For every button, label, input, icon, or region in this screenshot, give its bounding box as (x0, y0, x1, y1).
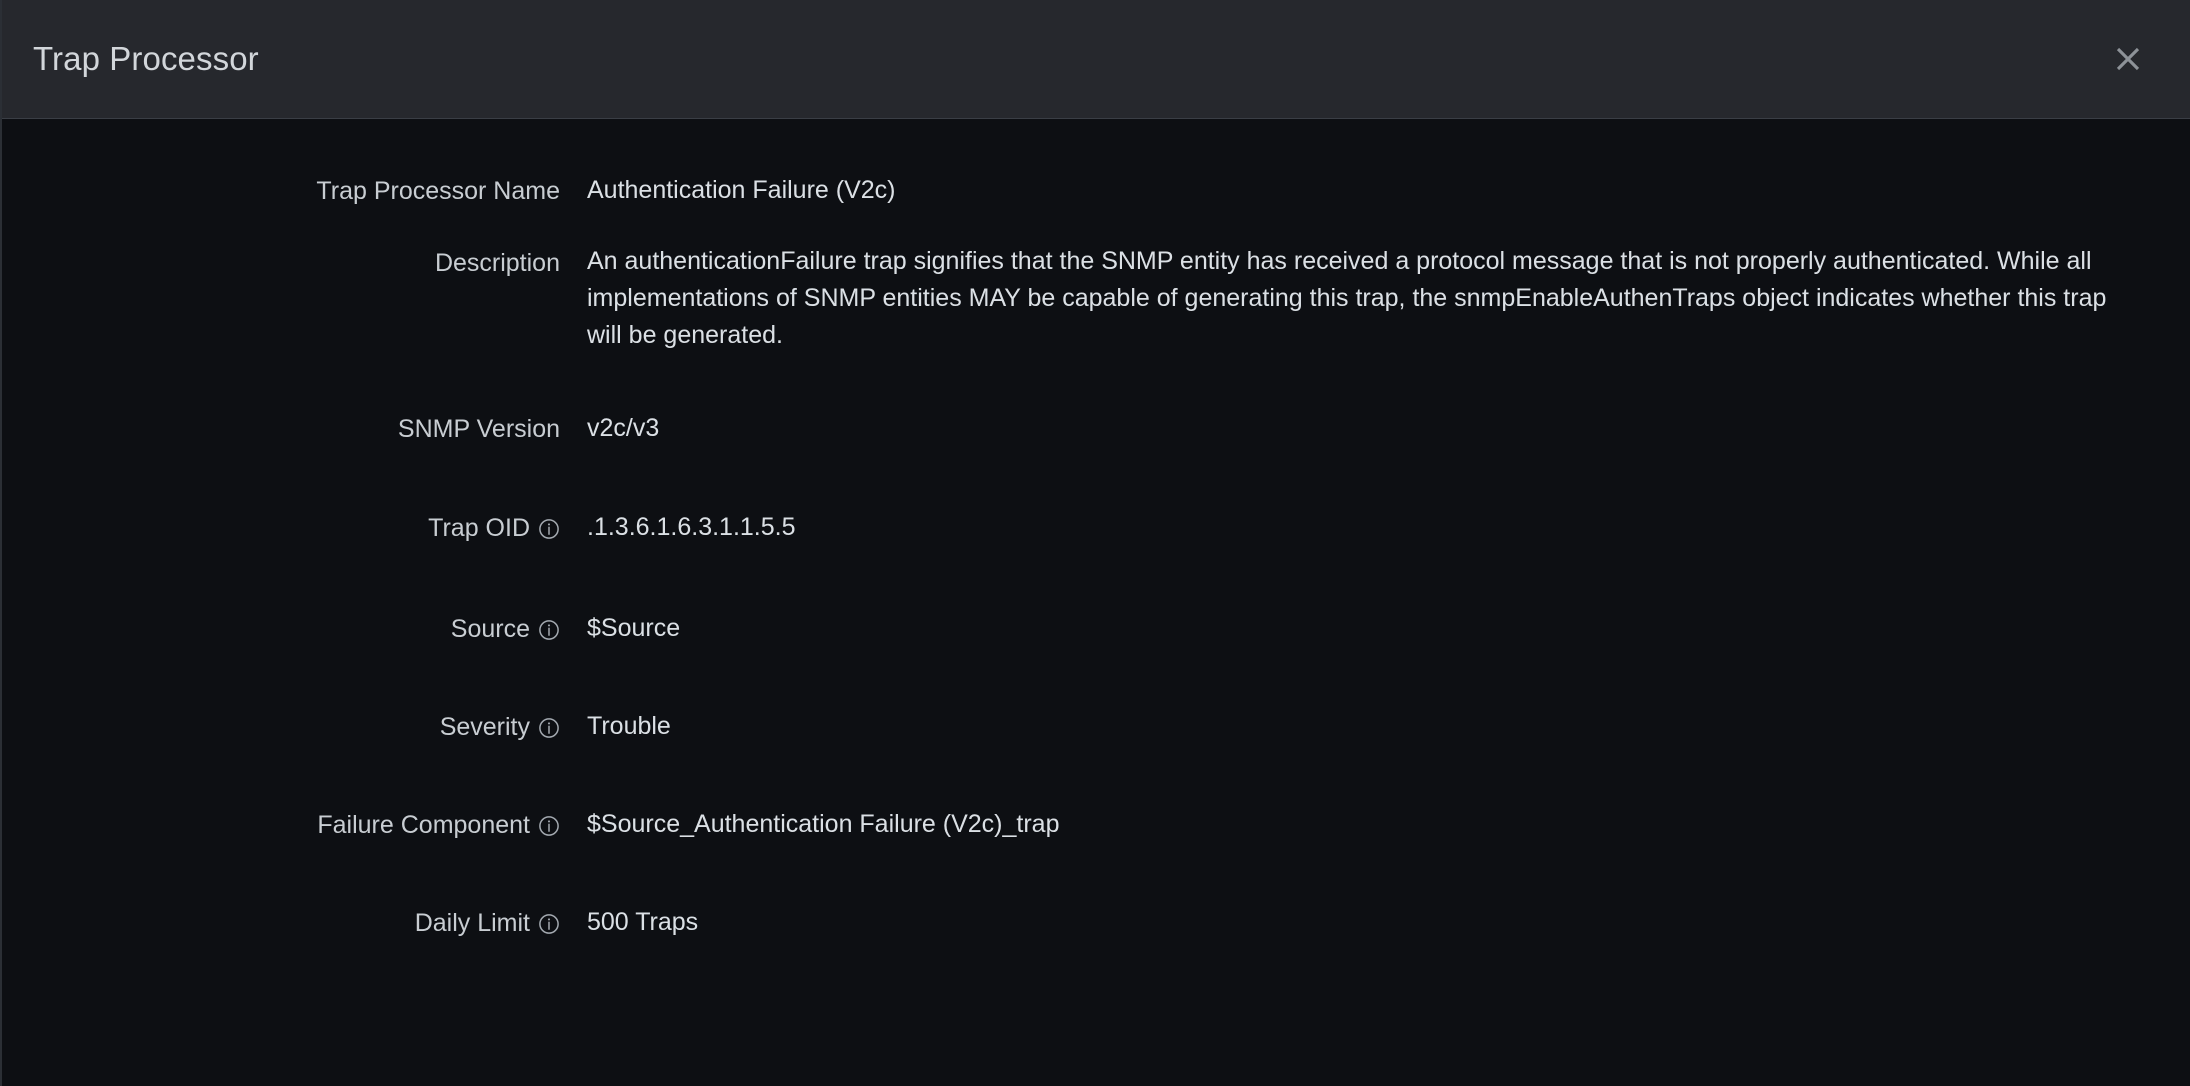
field-row-severity: Severity Trouble (2, 707, 2190, 746)
label-text: Severity (439, 713, 530, 741)
field-label-failure-component: Failure Component (2, 805, 560, 844)
field-value-failure-component: $Source_Authentication Failure (V2c)_tra… (587, 810, 1060, 838)
label-text: Description (434, 249, 560, 277)
field-value-daily-limit: 500 Traps (587, 908, 699, 936)
label-text: Trap Processor Name (316, 177, 560, 205)
field-row-description: Description An authenticationFailure tra… (2, 243, 2190, 354)
trap-processor-dialog: Trap Processor Trap Processor Name Authe… (0, 0, 2190, 1086)
field-label-daily-limit: Daily Limit (2, 903, 560, 942)
field-label-description: Description (2, 243, 560, 282)
field-value-severity: Trouble (587, 712, 671, 740)
label-text: Trap OID (428, 514, 530, 542)
info-icon[interactable] (538, 619, 560, 641)
field-value-description: An authenticationFailure trap signifies … (587, 247, 2107, 349)
field-value-source: $Source (587, 614, 681, 642)
row-gap (2, 648, 2190, 707)
row-gap (2, 210, 2190, 243)
field-label-trap-processor-name: Trap Processor Name (2, 171, 560, 210)
field-row-failure-component: Failure Component $Source_Authentication… (2, 805, 2190, 844)
field-row-snmp-version: SNMP Version v2c/v3 (2, 409, 2190, 448)
label-text: Source (450, 615, 530, 643)
dialog-body: Trap Processor Name Authentication Failu… (2, 119, 2190, 1086)
row-gap (2, 448, 2190, 508)
field-value-snmp-version: v2c/v3 (587, 414, 660, 442)
row-gap (2, 354, 2190, 409)
close-button[interactable] (2104, 35, 2152, 83)
row-gap (2, 746, 2190, 805)
dialog-header: Trap Processor (2, 0, 2190, 119)
row-gap (2, 547, 2190, 609)
close-icon (2113, 44, 2143, 74)
label-text: Failure Component (317, 811, 530, 839)
field-label-snmp-version: SNMP Version (2, 409, 560, 448)
info-icon[interactable] (538, 717, 560, 739)
page-title: Trap Processor (33, 39, 259, 77)
field-label-source: Source (2, 609, 560, 648)
label-text: SNMP Version (397, 415, 560, 443)
field-row-trap-oid: Trap OID .1.3.6.1.6.3.1.1.5.5 (2, 508, 2190, 547)
field-row-trap-processor-name: Trap Processor Name Authentication Failu… (2, 171, 2190, 210)
field-value-trap-processor-name: Authentication Failure (V2c) (587, 176, 896, 204)
field-value-trap-oid: .1.3.6.1.6.3.1.1.5.5 (587, 513, 796, 541)
info-icon[interactable] (538, 518, 560, 540)
label-text: Daily Limit (414, 909, 530, 937)
info-icon[interactable] (538, 913, 560, 935)
field-row-source: Source $Source (2, 609, 2190, 648)
field-row-daily-limit: Daily Limit 500 Traps (2, 903, 2190, 942)
row-gap (2, 844, 2190, 903)
field-label-trap-oid: Trap OID (2, 508, 560, 547)
info-icon[interactable] (538, 815, 560, 837)
field-label-severity: Severity (2, 707, 560, 746)
